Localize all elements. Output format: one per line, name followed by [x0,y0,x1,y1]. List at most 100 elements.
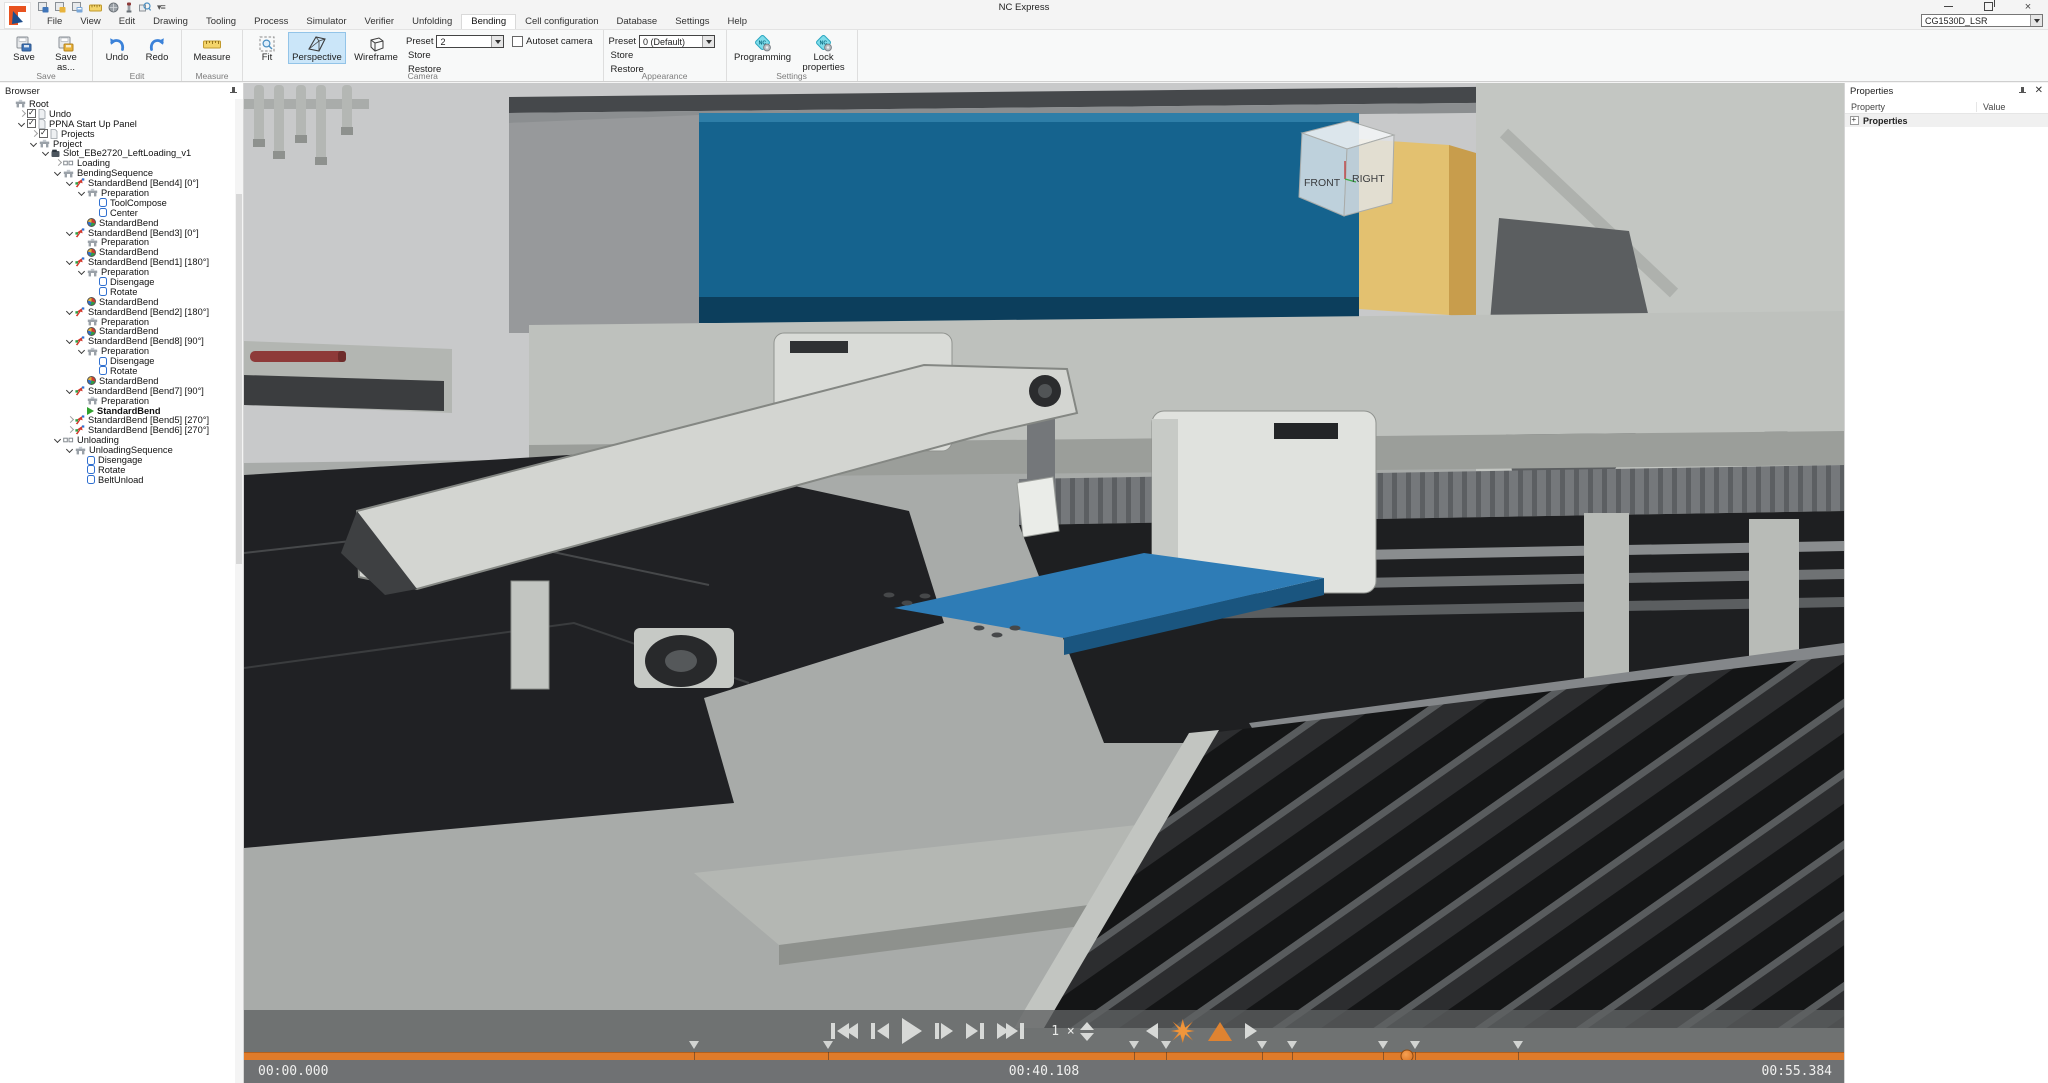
appearance-store-button[interactable]: Store [609,49,721,62]
menu-tab-settings[interactable]: Settings [666,15,718,29]
tree-item-root[interactable]: Root [0,99,235,109]
expander-icon[interactable] [65,415,75,425]
expander-icon[interactable] [65,228,75,238]
warning-triangle-icon[interactable] [1208,1022,1232,1041]
fit-button[interactable]: Fit [248,32,286,64]
qat-tool-icon[interactable] [125,2,133,13]
tree-item-preparation[interactable]: Preparation [0,188,235,198]
expander-icon[interactable] [65,425,75,435]
tree-item-preparation[interactable]: Preparation [0,317,235,327]
lock-properties-button[interactable]: NC Lock properties [796,32,852,74]
tree-item-rotate[interactable]: Rotate [0,366,235,376]
tree-item-standardbend[interactable]: StandardBend [0,376,235,386]
next-collision-button[interactable] [1245,1023,1257,1039]
column-property[interactable]: Property [1845,102,1977,112]
close-panel-button[interactable]: ✕ [2035,86,2043,96]
qat-save-all-icon[interactable] [72,2,83,13]
collision-indicator-icon[interactable] [1171,1019,1195,1043]
next-step-button[interactable] [966,1023,984,1039]
autoset-camera-checkbox[interactable] [512,36,523,47]
tree-item-standardbend[interactable]: StandardBend [0,297,235,307]
tree-item-standardbend-bend6-270-[interactable]: StandardBend [Bend6] [270°] [0,425,235,435]
checkbox[interactable] [39,129,48,138]
tree-item-standardbend-bend4-0-[interactable]: StandardBend [Bend4] [0°] [0,178,235,188]
menu-tab-tooling[interactable]: Tooling [197,15,245,29]
perspective-button[interactable]: Perspective [288,32,346,64]
browser-scrollbar[interactable] [235,99,243,1083]
qat-save-as-icon[interactable] [55,2,66,13]
menu-tab-simulator[interactable]: Simulator [297,15,355,29]
expander-icon[interactable] [65,445,75,455]
save-button[interactable]: Save [5,32,43,64]
tree-item-project[interactable]: Project [0,139,235,149]
step-forward-button[interactable] [935,1023,953,1039]
save-as-button[interactable]: Save as... [45,32,87,74]
tree-item-toolcompose[interactable]: ToolCompose [0,198,235,208]
expander-icon[interactable] [29,139,39,149]
tree-item-standardbend[interactable]: StandardBend [0,247,235,257]
tree-item-standardbend[interactable]: StandardBend [0,218,235,228]
expander-icon[interactable] [77,267,87,277]
pin-icon[interactable] [2017,86,2027,96]
appearance-preset-select[interactable]: 0 (Default) [639,35,715,48]
qat-view-icon[interactable] [108,2,119,13]
skip-to-start-button[interactable] [831,1023,858,1039]
tree-item-preparation[interactable]: Preparation [0,237,235,247]
tree-item-disengage[interactable]: Disengage [0,455,235,465]
expand-icon[interactable] [1850,116,1859,125]
tree-item-standardbend-bend1-180-[interactable]: StandardBend [Bend1] [180°] [0,257,235,267]
measure-button[interactable]: Measure [187,32,237,64]
tree-item-ppna-start-up-panel[interactable]: PPNA Start Up Panel [0,119,235,129]
properties-root-row[interactable]: Properties [1845,114,2048,127]
expander-icon[interactable] [65,178,75,188]
machine-selector[interactable]: CG1530D_LSR [1921,14,2043,27]
expander-icon[interactable] [65,307,75,317]
menu-tab-bending[interactable]: Bending [461,14,516,29]
tree-item-standardbend[interactable]: StandardBend [0,406,235,416]
tree-item-preparation[interactable]: Preparation [0,346,235,356]
view-cube[interactable]: FRONT RIGHT [1299,121,1394,216]
expander-icon[interactable] [17,109,27,119]
expander-icon[interactable] [65,257,75,267]
menu-tab-drawing[interactable]: Drawing [144,15,197,29]
viewport-3d[interactable]: FRONT RIGHT 1 × [244,83,1844,1083]
menu-tab-unfolding[interactable]: Unfolding [403,15,461,29]
expander-icon[interactable] [17,119,27,129]
playback-speed[interactable]: 1 × [1051,1022,1093,1041]
expander-icon[interactable] [65,336,75,346]
chevron-down-icon[interactable] [491,36,503,47]
step-back-button[interactable] [871,1023,889,1039]
menu-tab-database[interactable]: Database [608,15,667,29]
menu-tab-verifier[interactable]: Verifier [356,15,404,29]
expander-icon[interactable] [53,435,63,445]
tree-item-rotate[interactable]: Rotate [0,465,235,475]
programming-button[interactable]: NC Programming [732,32,794,64]
tree-item-standardbend-bend2-180-[interactable]: StandardBend [Bend2] [180°] [0,307,235,317]
tree-item-disengage[interactable]: Disengage [0,356,235,366]
tree-item-unloading[interactable]: Unloading [0,435,235,445]
expander-icon[interactable] [29,129,39,139]
timeline-bar[interactable] [244,1052,1844,1060]
tree-item-unloadingsequence[interactable]: UnloadingSequence [0,445,235,455]
tree-item-rotate[interactable]: Rotate [0,287,235,297]
tree-item-standardbend-bend5-270-[interactable]: StandardBend [Bend5] [270°] [0,416,235,426]
tree-item-standardbend-bend7-90-[interactable]: StandardBend [Bend7] [90°] [0,386,235,396]
camera-store-button[interactable]: Store [406,49,510,62]
menu-tab-view[interactable]: View [71,15,109,29]
checkbox[interactable] [27,119,36,128]
undo-button[interactable]: Undo [98,32,136,64]
tree-item-center[interactable]: Center [0,208,235,218]
camera-preset-select[interactable]: 2 [436,35,504,48]
tree-item-slot-ebe2720-leftloading-v1[interactable]: Slot_EBe2720_LeftLoading_v1 [0,148,235,158]
menu-tab-cell-configuration[interactable]: Cell configuration [516,15,607,29]
qat-search-icon[interactable] [139,2,151,13]
expander-icon[interactable] [77,346,87,356]
play-button[interactable] [902,1018,922,1044]
tree-item-preparation[interactable]: Preparation [0,267,235,277]
minimize-button[interactable] [1930,0,1966,13]
close-button[interactable]: × [2010,0,2046,13]
expander-icon[interactable] [53,158,63,168]
qat-measure-icon[interactable] [89,4,102,12]
menu-tab-help[interactable]: Help [719,15,757,29]
wireframe-button[interactable]: Wireframe [348,32,404,64]
